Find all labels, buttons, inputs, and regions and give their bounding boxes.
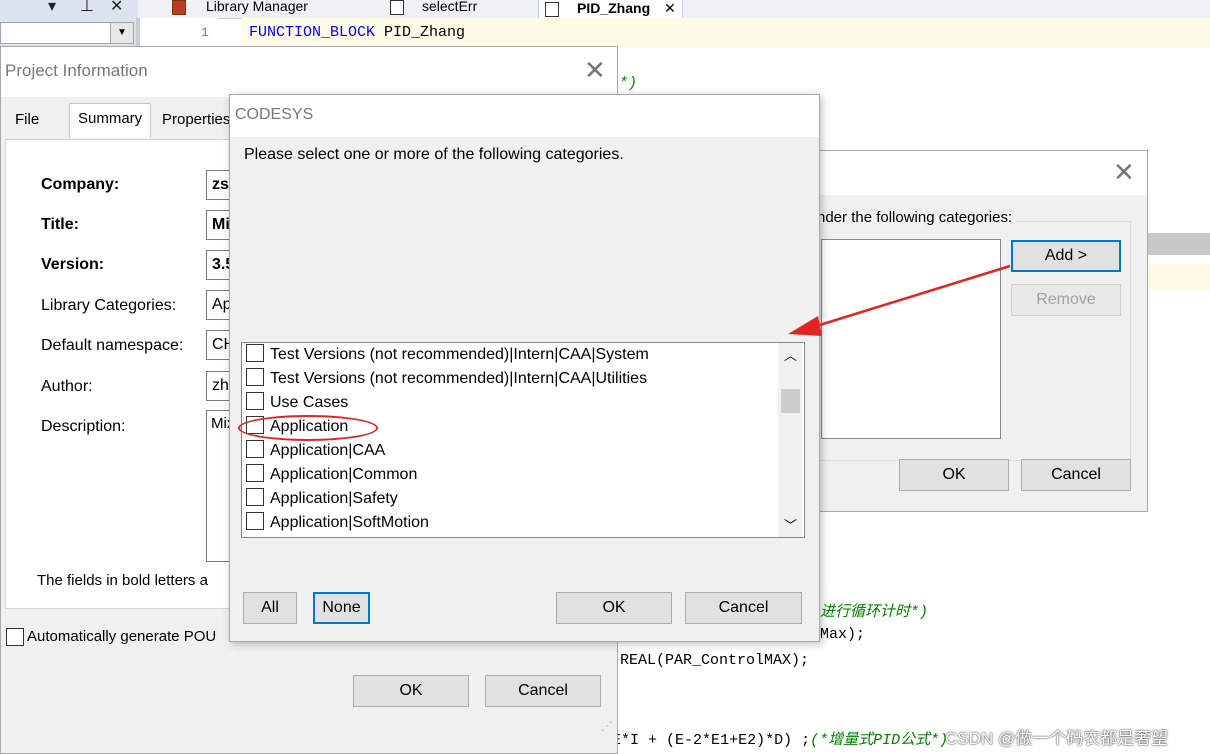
panel-close-icon[interactable]: ✕ xyxy=(110,0,123,16)
line-number: 1 xyxy=(201,25,209,40)
auto-generate-checkbox[interactable] xyxy=(6,628,24,646)
tab-pid-zhang[interactable]: PID_Zhang ✕ xyxy=(538,0,683,19)
category-checkbox[interactable] xyxy=(246,344,264,363)
dialog-titlebar: CODESYS xyxy=(230,95,819,137)
auto-generate-label: Automatically generate POU xyxy=(27,628,217,645)
ok-button[interactable]: OK xyxy=(353,675,469,707)
left-panel-header: ▾ ⊥ ✕ ▼ xyxy=(0,0,138,46)
list-scrollbar[interactable]: ︿ ﹀ xyxy=(778,343,802,537)
ok-button[interactable]: OK xyxy=(899,459,1009,491)
author-label: Author: xyxy=(41,378,93,395)
pin-icon[interactable]: ⊥ xyxy=(80,0,94,16)
categories-group-label: nder the following categories: xyxy=(817,209,1017,226)
chevron-down-icon[interactable]: ﹀ xyxy=(784,515,797,534)
list-item[interactable]: Test Versions (not recommended)|Intern|C… xyxy=(246,343,649,367)
tab-selecterr[interactable]: selectErr xyxy=(390,0,477,18)
line-highlight xyxy=(1140,264,1210,290)
code-fragment: REAL(PAR_ControlMAX); xyxy=(620,652,810,669)
default-namespace-label: Default namespace: xyxy=(41,337,184,354)
list-item[interactable]: Use Cases xyxy=(246,391,348,415)
bold-fields-note: The fields in bold letters a xyxy=(37,572,208,589)
remove-category-button[interactable]: Remove xyxy=(1011,284,1121,316)
category-checkbox[interactable] xyxy=(246,440,264,459)
code-line[interactable]: FUNCTION_BLOCK PID_Zhang xyxy=(249,24,465,41)
selection-band xyxy=(1140,233,1210,255)
title-label: Title: xyxy=(41,216,79,233)
ok-button[interactable]: OK xyxy=(556,592,672,624)
code-comment-fragment: *) xyxy=(619,75,638,92)
dialog-title: Project Information xyxy=(5,61,148,80)
library-categories-label: Library Categories: xyxy=(41,297,177,314)
list-item[interactable]: Test Versions (not recommended)|Intern|C… xyxy=(246,367,647,391)
list-item[interactable]: Application|CAA xyxy=(246,439,385,463)
tab-properties[interactable]: Properties xyxy=(154,105,238,135)
list-item[interactable]: Application|SoftMotion xyxy=(246,511,429,535)
category-checkbox[interactable] xyxy=(246,488,264,507)
tab-library-manager[interactable]: Library Manager xyxy=(172,0,308,18)
annotation-ellipse xyxy=(238,415,378,441)
description-label: Description: xyxy=(41,418,126,435)
dialog-titlebar: ✕ xyxy=(801,151,1147,195)
cancel-button[interactable]: Cancel xyxy=(485,675,601,707)
instruction-text: Please select one or more of the followi… xyxy=(244,146,624,163)
select-all-button[interactable]: All xyxy=(243,592,297,624)
cancel-button[interactable]: Cancel xyxy=(1021,459,1131,491)
resize-grip-icon[interactable]: ⋰ xyxy=(601,719,613,733)
panel-menu-icon[interactable]: ▾ xyxy=(48,0,56,16)
codesys-category-dialog: CODESYS Please select one or more of the… xyxy=(229,94,820,642)
list-item[interactable]: Application|Common xyxy=(246,463,417,487)
dialog-titlebar: Project Information ✕ xyxy=(1,47,617,97)
scrollbar-thumb[interactable] xyxy=(781,389,800,413)
company-label: Company: xyxy=(41,176,120,193)
cancel-button[interactable]: Cancel xyxy=(685,592,802,624)
document-icon xyxy=(390,0,404,15)
close-icon[interactable]: ✕ xyxy=(664,0,676,16)
tab-summary[interactable]: Summary xyxy=(69,103,152,138)
category-checkbox[interactable] xyxy=(246,464,264,483)
dialog-title: CODESYS xyxy=(235,106,314,123)
version-label: Version: xyxy=(41,256,105,273)
close-icon[interactable]: ✕ xyxy=(584,55,606,86)
category-checkbox[interactable] xyxy=(246,512,264,531)
document-icon xyxy=(545,2,559,17)
tab-file[interactable]: File xyxy=(7,105,47,135)
list-item[interactable]: Application|Safety xyxy=(246,487,398,511)
add-category-button[interactable]: Add > xyxy=(1011,240,1121,272)
select-none-button[interactable]: None xyxy=(313,592,370,624)
library-icon xyxy=(172,0,186,15)
category-checkbox[interactable] xyxy=(246,368,264,387)
code-comment-fragment: 进行循环计时*) xyxy=(820,604,929,621)
annotation-arrow xyxy=(788,264,1011,336)
close-icon[interactable]: ✕ xyxy=(1113,157,1135,188)
code-fragment: Max); xyxy=(820,626,866,643)
category-checkbox[interactable] xyxy=(246,392,264,411)
watermark-text: CSDN @做一个码农都是奢望 xyxy=(945,729,1169,748)
chevron-down-icon: ▼ xyxy=(110,23,133,43)
panel-combo[interactable]: ▼ xyxy=(0,22,134,44)
